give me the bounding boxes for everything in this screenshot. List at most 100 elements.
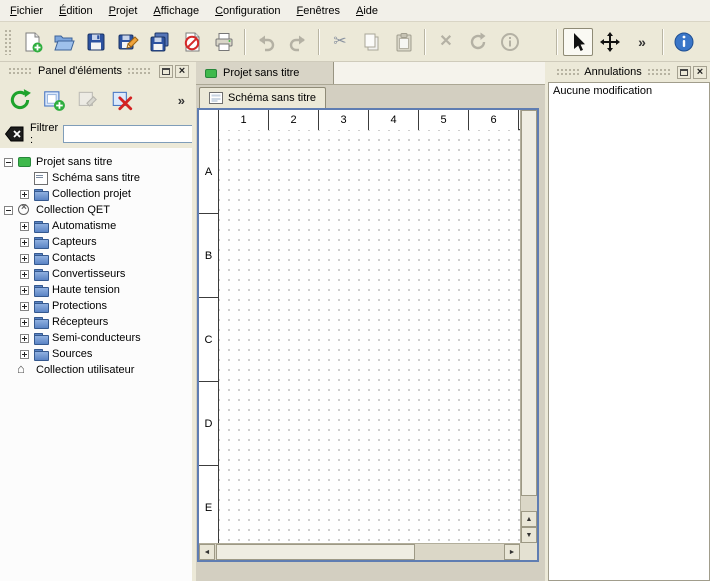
- scrollbar-corner: [520, 543, 537, 560]
- save-as-button[interactable]: [113, 28, 143, 56]
- vertical-scrollbar-thumb[interactable]: [521, 110, 537, 496]
- vertical-scrollbar[interactable]: [520, 110, 537, 543]
- tree-expander-icon[interactable]: [20, 270, 29, 279]
- tree-expander-icon[interactable]: [20, 350, 29, 359]
- print-button[interactable]: [209, 28, 239, 56]
- tree-item-icon: [33, 252, 49, 264]
- move-mode-button[interactable]: [595, 28, 625, 56]
- tree-item[interactable]: Collection projet: [0, 186, 192, 202]
- horizontal-scrollbar[interactable]: [199, 543, 520, 560]
- undo-panel: Annulations Aucune modification: [548, 62, 710, 581]
- tree-item[interactable]: Sources: [0, 346, 192, 362]
- edit-element-button[interactable]: [73, 85, 103, 115]
- scissors-icon: ✂: [333, 34, 346, 50]
- undo-button[interactable]: [251, 28, 281, 56]
- menu-item[interactable]: Projet: [101, 0, 146, 21]
- row-ruler-label: C: [199, 298, 218, 382]
- elements-tree: Projet sans titre Schéma sans titre Coll…: [0, 148, 192, 581]
- tree-item[interactable]: Collection QET: [0, 202, 192, 218]
- undo-panel-title: Annulations: [584, 66, 642, 78]
- project-tab[interactable]: Projet sans titre: [196, 62, 334, 84]
- delete-element-button[interactable]: [107, 85, 137, 115]
- menu-item[interactable]: Affichage: [145, 0, 207, 21]
- tree-expander-icon[interactable]: [20, 286, 29, 295]
- scroll-right-button[interactable]: [504, 544, 520, 560]
- about-button[interactable]: [669, 28, 699, 56]
- tree-item-icon: [33, 300, 49, 312]
- tree-item[interactable]: Capteurs: [0, 234, 192, 250]
- panel-drag-handle[interactable]: [8, 67, 33, 75]
- tree-item[interactable]: Semi-conducteurs: [0, 330, 192, 346]
- schema-tab-label: Schéma sans titre: [228, 92, 316, 104]
- save-all-button[interactable]: [145, 28, 175, 56]
- diagram-view: 1 2 3 4 5 6: [197, 108, 539, 562]
- delete-button[interactable]: ✕: [431, 28, 461, 56]
- column-ruler: 1 2 3 4 5 6: [199, 110, 520, 130]
- tree-expander-icon[interactable]: [20, 254, 29, 263]
- menu-item[interactable]: Fenêtres: [289, 0, 348, 21]
- undo-history-item[interactable]: Aucune modification: [549, 83, 709, 99]
- tree-item[interactable]: Schéma sans titre: [0, 170, 192, 186]
- menu-item[interactable]: Fichier: [2, 0, 51, 21]
- paste-button[interactable]: [389, 28, 419, 56]
- float-panel-button[interactable]: [677, 66, 691, 79]
- float-panel-button[interactable]: [159, 65, 173, 78]
- tree-item[interactable]: Collection utilisateur: [0, 362, 192, 378]
- tree-expander-icon[interactable]: [20, 222, 29, 231]
- cut-button[interactable]: ✂: [325, 28, 355, 56]
- panel-drag-handle[interactable]: [127, 67, 152, 75]
- scroll-left-button[interactable]: [199, 544, 215, 560]
- tree-expander-icon[interactable]: [20, 334, 29, 343]
- tree-expander-icon[interactable]: [20, 238, 29, 247]
- tree-item-label: Protections: [52, 300, 107, 312]
- row-ruler: A B C D E: [199, 130, 219, 543]
- tree-expander-icon[interactable]: [4, 158, 13, 167]
- tree-expander-icon[interactable]: [4, 206, 13, 215]
- select-mode-button[interactable]: [563, 28, 593, 56]
- menu-item[interactable]: Aide: [348, 0, 386, 21]
- tree-item[interactable]: Convertisseurs: [0, 266, 192, 282]
- panel-drag-handle[interactable]: [647, 68, 670, 76]
- tree-item[interactable]: Récepteurs: [0, 314, 192, 330]
- scroll-down-button[interactable]: [521, 527, 537, 543]
- tree-expander-icon[interactable]: [20, 318, 29, 327]
- clear-filter-button[interactable]: [5, 126, 25, 142]
- open-project-button[interactable]: [49, 28, 79, 56]
- copy-button[interactable]: [357, 28, 387, 56]
- diagram-canvas[interactable]: [219, 130, 520, 543]
- panel-overflow-button[interactable]: »: [178, 93, 185, 108]
- horizontal-scrollbar-thumb[interactable]: [216, 544, 415, 560]
- filter-input[interactable]: [63, 125, 211, 143]
- redo-icon: [287, 31, 309, 53]
- tree-item-icon: [33, 172, 49, 184]
- schema-tab[interactable]: Schéma sans titre: [199, 87, 326, 108]
- toolbar-separator: [662, 29, 664, 55]
- tree-item-label: Projet sans titre: [36, 156, 112, 168]
- info-gray-icon: [499, 31, 521, 53]
- close-panel-button[interactable]: [175, 65, 189, 78]
- tree-item[interactable]: Automatisme: [0, 218, 192, 234]
- tree-item[interactable]: Contacts: [0, 250, 192, 266]
- tree-expander-icon[interactable]: [20, 302, 29, 311]
- toolbar-grip[interactable]: [4, 29, 12, 55]
- move-cross-icon: [599, 31, 621, 53]
- panel-drag-handle[interactable]: [556, 68, 579, 76]
- new-element-button[interactable]: [39, 85, 69, 115]
- menu-item[interactable]: Édition: [51, 0, 101, 21]
- rotate-button[interactable]: [463, 28, 493, 56]
- tree-item[interactable]: Haute tension: [0, 282, 192, 298]
- toolbar-overflow-button[interactable]: »: [627, 28, 657, 56]
- redo-button[interactable]: [283, 28, 313, 56]
- scroll-up-button[interactable]: [521, 511, 537, 527]
- save-button[interactable]: [81, 28, 111, 56]
- menu-item[interactable]: Configuration: [207, 0, 288, 21]
- tree-expander-icon[interactable]: [20, 190, 29, 199]
- tree-item[interactable]: Protections: [0, 298, 192, 314]
- new-project-button[interactable]: [17, 28, 47, 56]
- conductor-info-button[interactable]: [495, 28, 525, 56]
- tree-item-label: Sources: [52, 348, 92, 360]
- reload-collections-button[interactable]: [5, 85, 35, 115]
- close-project-button[interactable]: [177, 28, 207, 56]
- tree-item[interactable]: Projet sans titre: [0, 154, 192, 170]
- close-panel-button[interactable]: [693, 66, 707, 79]
